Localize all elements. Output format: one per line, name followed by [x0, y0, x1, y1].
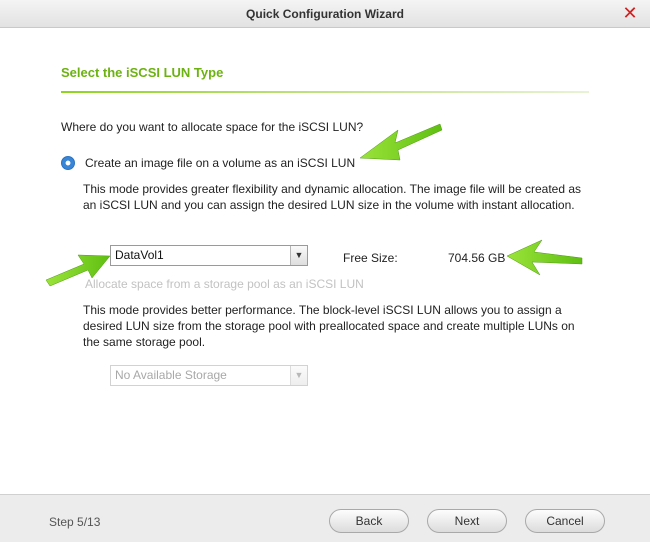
storage-pool-select: No Available Storage ▼	[110, 365, 308, 386]
volume-select-value: DataVol1	[115, 248, 164, 262]
annotation-arrow-icon	[359, 123, 443, 161]
free-size-label: Free Size:	[343, 251, 398, 265]
allocation-question: Where do you want to allocate space for …	[61, 120, 364, 134]
cancel-button[interactable]: Cancel	[525, 509, 605, 533]
title-bar: Quick Configuration Wizard ✕	[0, 0, 650, 28]
free-size-value: 704.56 GB	[448, 251, 506, 265]
back-button[interactable]: Back	[329, 509, 409, 533]
chevron-down-icon[interactable]: ▼	[290, 246, 307, 265]
option-storage-pool-label[interactable]: Allocate space from a storage pool as an…	[85, 277, 364, 291]
option-image-file-description: This mode provides greater flexibility a…	[83, 182, 582, 212]
radio-image-file[interactable]	[61, 156, 75, 170]
next-button[interactable]: Next	[427, 509, 507, 533]
annotation-arrows	[45, 123, 583, 287]
section-divider	[61, 91, 589, 93]
section-title: Select the iSCSI LUN Type	[61, 65, 224, 80]
volume-select[interactable]: DataVol1 ▼	[110, 245, 308, 266]
option-image-file-label[interactable]: Create an image file on a volume as an i…	[85, 156, 355, 170]
step-indicator: Step 5/13	[49, 515, 101, 529]
annotation-arrow-icon	[506, 239, 583, 276]
close-icon[interactable]: ✕	[620, 2, 640, 24]
wizard-footer: Step 5/13 Back Next Cancel	[0, 494, 650, 542]
storage-pool-select-value: No Available Storage	[115, 368, 227, 382]
chevron-down-icon: ▼	[290, 366, 307, 385]
window-title: Quick Configuration Wizard	[246, 7, 404, 21]
option-storage-pool-description: This mode provides better performance. T…	[83, 303, 575, 349]
